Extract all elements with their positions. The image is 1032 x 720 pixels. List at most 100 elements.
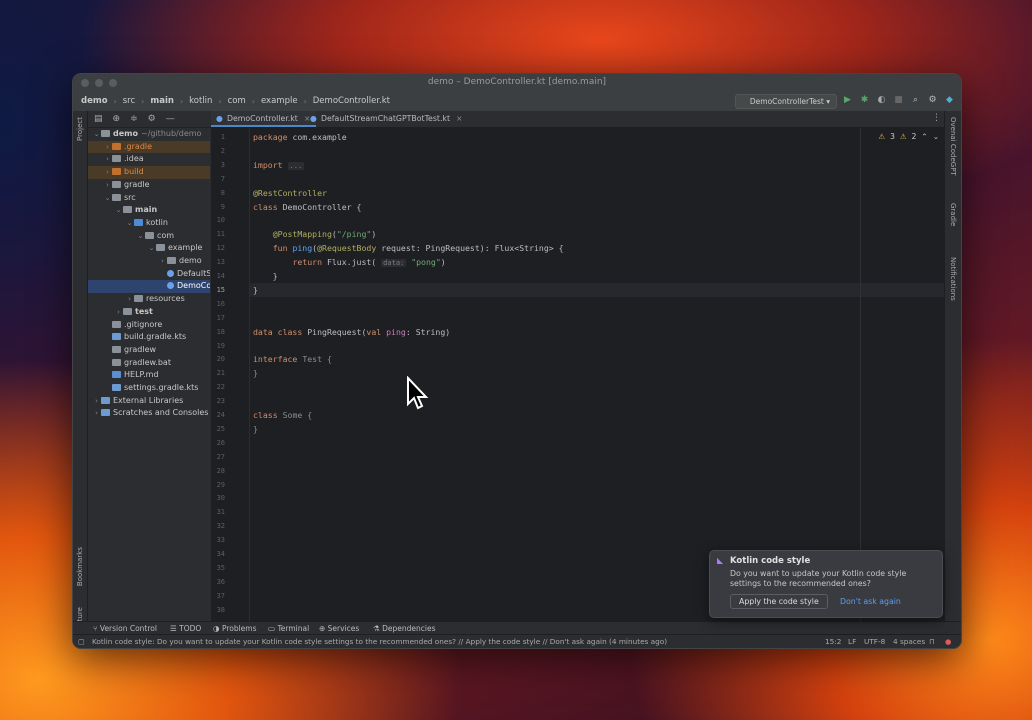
tree-item[interactable]: DemoController [88,280,210,294]
chevron-down-icon[interactable]: ⌄ [147,242,156,255]
tree-item[interactable]: › Scratches and Consoles [88,407,210,420]
collapse-icon[interactable]: ≑ [130,114,138,124]
code-line[interactable] [253,519,945,533]
code-editor[interactable]: 1 2 3 7 8 9 10 11 12 13 14 15 16 17 18 19 20 21 22 23 24 25 26… [211,128,945,622]
code-line[interactable]: } [253,269,945,283]
tree-item[interactable]: .gitignore [88,319,210,332]
next-highlight-icon[interactable]: ⌄ [933,132,939,141]
tabs-more-icon[interactable]: ⋮ [932,113,941,123]
hide-icon[interactable]: — [166,114,175,124]
chevron-right-icon[interactable]: › [92,407,101,420]
code-line[interactable]: data class PingRequest(val ping: String) [253,325,945,339]
line-separator[interactable]: LF [848,635,856,648]
breadcrumb-item[interactable]: kotlin [189,96,212,106]
chevron-down-icon[interactable]: ⌄ [114,204,123,217]
inspection-widget[interactable]: ⚠ 3 ⚠ 2 ⌃ ⌄ [878,132,939,141]
close-dot[interactable] [81,79,89,87]
chevron-down-icon[interactable]: ⌄ [103,192,112,205]
code-line[interactable] [253,380,945,394]
tree-item[interactable]: gradlew [88,344,210,357]
breadcrumb-item[interactable]: com [228,96,246,106]
bookmarks-tool-button[interactable]: Bookmarks [76,547,84,586]
tree-item[interactable]: settings.gradle.kts [88,382,210,395]
tree-item[interactable]: build.gradle.kts [88,331,210,344]
zoom-dot[interactable] [109,79,117,87]
code-line[interactable] [253,533,945,547]
notifications-tool-button[interactable]: Notifications [949,257,957,301]
code-line[interactable] [253,172,945,186]
codegpt-tool-button[interactable]: Ovenai CodeGPT [949,117,957,176]
debug-icon[interactable]: ✱ [859,94,870,105]
indent-setting[interactable]: 4 spaces [893,635,925,648]
stop-icon[interactable]: ■ [893,94,904,105]
code-line[interactable]: } [253,283,945,297]
apply-code-style-button[interactable]: Apply the code style [730,594,828,609]
breadcrumb-item[interactable]: demo [81,96,108,106]
run-icon[interactable]: ▶ [842,94,853,105]
chevron-right-icon[interactable]: › [103,153,112,166]
prev-highlight-icon[interactable]: ⌃ [921,132,927,141]
tree-item[interactable]: › .gradle [88,140,210,154]
code-line[interactable]: fun ping(@RequestBody request: PingReque… [253,241,945,255]
search-icon[interactable]: ⌕ [910,94,921,105]
code-line[interactable] [253,478,945,492]
breadcrumb-item[interactable]: main [150,96,174,106]
chevron-right-icon[interactable]: › [125,293,134,306]
tree-item[interactable]: ⌄ com [88,230,210,243]
coverage-icon[interactable]: ◐ [876,94,887,105]
breadcrumb-item[interactable]: example [261,96,298,106]
caret-position[interactable]: 15:2 [825,635,841,648]
chevron-right-icon[interactable]: › [158,255,167,268]
editor-tab[interactable]: ● DefaultStreamChatGPTBotTest.kt × [305,111,469,127]
code-line[interactable]: class DemoController { [253,200,945,214]
plugin-icon[interactable]: ◆ [944,94,955,105]
tree-item[interactable]: › demo [88,255,210,268]
chevron-down-icon[interactable]: ⌄ [136,230,145,243]
tree-item[interactable]: ⌄ src [88,192,210,205]
code-line[interactable]: } [253,422,945,436]
code-line[interactable]: interface Test { [253,352,945,366]
gradle-tool-button[interactable]: Gradle [949,203,957,226]
chevron-right-icon[interactable]: › [92,395,101,408]
tree-item[interactable]: › build [88,166,210,179]
tree-item[interactable]: DefaultStreamChatGPTBotTest [88,268,210,281]
editor-tab[interactable]: ● DemoController.kt × [211,111,317,127]
close-tab-icon[interactable]: × [456,114,463,123]
dont-ask-again-link[interactable]: Don't ask again [840,595,901,608]
locate-icon[interactable]: ⊕ [113,114,121,124]
tree-item[interactable]: › resources [88,293,210,306]
code-line[interactable] [253,144,945,158]
layout-icon[interactable]: ▤ [94,114,103,124]
error-icon[interactable]: ● [945,635,951,648]
tree-item[interactable]: › External Libraries [88,395,210,408]
chevron-right-icon[interactable]: › [103,179,112,192]
code-line[interactable] [253,311,945,325]
chevron-right-icon[interactable]: › [103,141,112,154]
code-line[interactable]: import ... [253,158,945,172]
code-line[interactable] [253,464,945,478]
minimize-dot[interactable] [95,79,103,87]
tree-item[interactable]: › gradle [88,179,210,192]
code-line[interactable]: @PostMapping("/ping") [253,227,945,241]
file-encoding[interactable]: UTF-8 [864,635,885,648]
code-line[interactable]: return Flux.just( data: "pong") [253,255,945,269]
status-toggle-icon[interactable]: ▢ [78,635,85,648]
tree-item[interactable]: ⌄ main [88,204,210,217]
tree-item[interactable]: ⌄ demo ~/github/demo [88,128,210,141]
code-line[interactable] [253,297,945,311]
chevron-down-icon[interactable]: ⌄ [125,217,134,230]
code-line[interactable] [253,213,945,227]
window-controls[interactable] [81,79,117,87]
code-line[interactable] [253,436,945,450]
code-line[interactable] [253,505,945,519]
tree-item[interactable]: › test [88,306,210,319]
status-message[interactable]: Kotlin code style: Do you want to update… [92,635,667,648]
breadcrumb-item[interactable]: DemoController.kt [313,96,390,106]
code-line[interactable] [253,339,945,353]
code-line[interactable] [253,394,945,408]
code-line[interactable]: class Some { [253,408,945,422]
tree-item[interactable]: ⌄ example [88,242,210,255]
code-line[interactable]: package com.example [253,130,945,144]
chevron-down-icon[interactable]: ⌄ [92,128,101,141]
lock-icon[interactable]: ⊓ [929,635,935,648]
